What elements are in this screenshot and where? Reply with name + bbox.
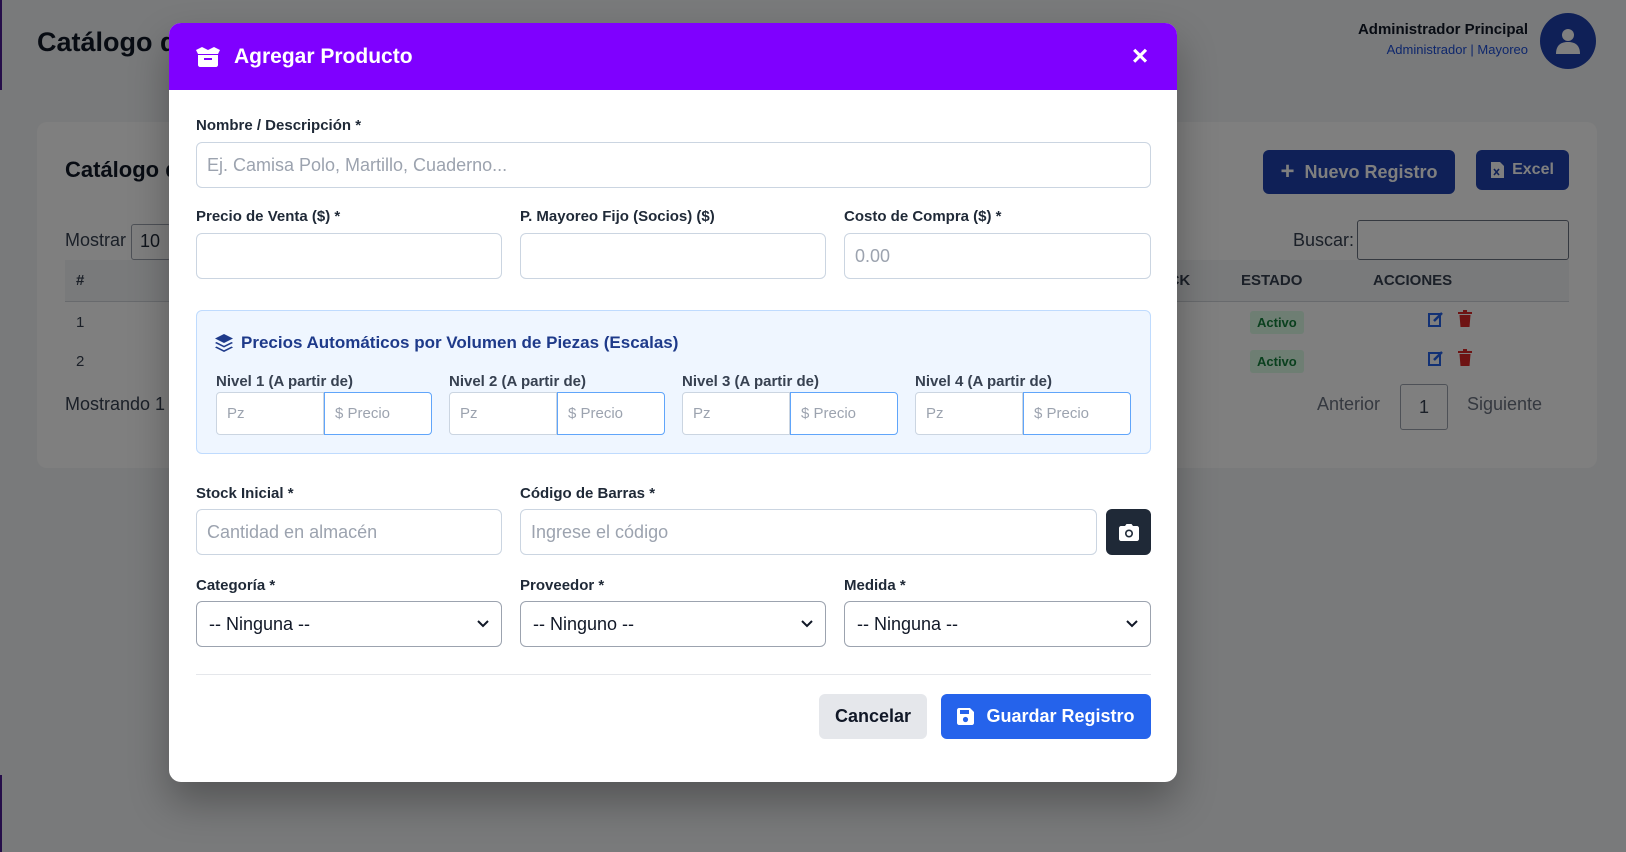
sale-price-input[interactable] — [196, 233, 502, 279]
name-label: Nombre / Descripción * — [196, 117, 362, 134]
level-3-price-input[interactable]: $ Precio — [790, 392, 898, 435]
camera-icon — [1118, 523, 1139, 541]
barcode-input[interactable]: Ingrese el código — [520, 509, 1097, 555]
cost-input[interactable]: 0.00 — [844, 233, 1151, 279]
cost-label: Costo de Compra ($) * — [844, 208, 1002, 225]
level-1-price-input[interactable]: $ Precio — [324, 392, 432, 435]
chevron-down-icon — [477, 620, 489, 628]
measure-select[interactable]: -- Ninguna -- — [844, 601, 1151, 647]
sale-price-label: Precio de Venta ($) * — [196, 208, 341, 225]
save-icon — [957, 708, 975, 725]
volume-pricing-panel: Precios Automáticos por Volumen de Pieza… — [196, 310, 1151, 454]
supplier-select[interactable]: -- Ninguno -- — [520, 601, 826, 647]
wholesale-price-input[interactable] — [520, 233, 826, 279]
level-4-pieces-input[interactable]: Pz — [915, 392, 1023, 435]
add-product-modal: Agregar Producto × Nombre / Descripción … — [169, 23, 1177, 782]
cancel-button[interactable]: Cancelar — [819, 694, 927, 739]
level-2-label: Nivel 2 (A partir de) — [449, 373, 586, 390]
chevron-down-icon — [801, 620, 813, 628]
barcode-label: Código de Barras * — [520, 485, 656, 502]
measure-label: Medida * — [844, 577, 906, 594]
level-3-pieces-input[interactable]: Pz — [682, 392, 790, 435]
footer-divider — [196, 674, 1151, 675]
category-label: Categoría * — [196, 577, 276, 594]
level-1-label: Nivel 1 (A partir de) — [216, 373, 353, 390]
stock-input[interactable]: Cantidad en almacén — [196, 509, 502, 555]
category-select[interactable]: -- Ninguna -- — [196, 601, 502, 647]
modal-title: Agregar Producto — [234, 44, 413, 68]
box-icon — [196, 46, 220, 67]
save-button[interactable]: Guardar Registro — [941, 694, 1151, 739]
level-2-pieces-input[interactable]: Pz — [449, 392, 557, 435]
chevron-down-icon — [1126, 620, 1138, 628]
volume-pricing-title: Precios Automáticos por Volumen de Pieza… — [215, 333, 678, 353]
layers-icon — [215, 334, 233, 352]
supplier-label: Proveedor * — [520, 577, 605, 594]
level-1-pieces-input[interactable]: Pz — [216, 392, 324, 435]
volume-pricing-title-text: Precios Automáticos por Volumen de Pieza… — [241, 333, 679, 352]
level-4-price-input[interactable]: $ Precio — [1023, 392, 1131, 435]
scan-barcode-button[interactable] — [1106, 509, 1151, 555]
close-icon[interactable]: × — [1127, 42, 1153, 70]
level-4-label: Nivel 4 (A partir de) — [915, 373, 1052, 390]
save-label: Guardar Registro — [986, 706, 1135, 726]
supplier-value: -- Ninguno -- — [533, 613, 635, 634]
wholesale-price-label: P. Mayoreo Fijo (Socios) ($) — [520, 208, 715, 225]
category-value: -- Ninguna -- — [209, 613, 311, 634]
stock-label: Stock Inicial * — [196, 485, 294, 502]
level-2-price-input[interactable]: $ Precio — [557, 392, 665, 435]
modal-header: Agregar Producto × — [169, 23, 1177, 90]
name-input[interactable]: Ej. Camisa Polo, Martillo, Cuaderno... — [196, 142, 1151, 188]
measure-value: -- Ninguna -- — [857, 613, 959, 634]
level-3-label: Nivel 3 (A partir de) — [682, 373, 819, 390]
